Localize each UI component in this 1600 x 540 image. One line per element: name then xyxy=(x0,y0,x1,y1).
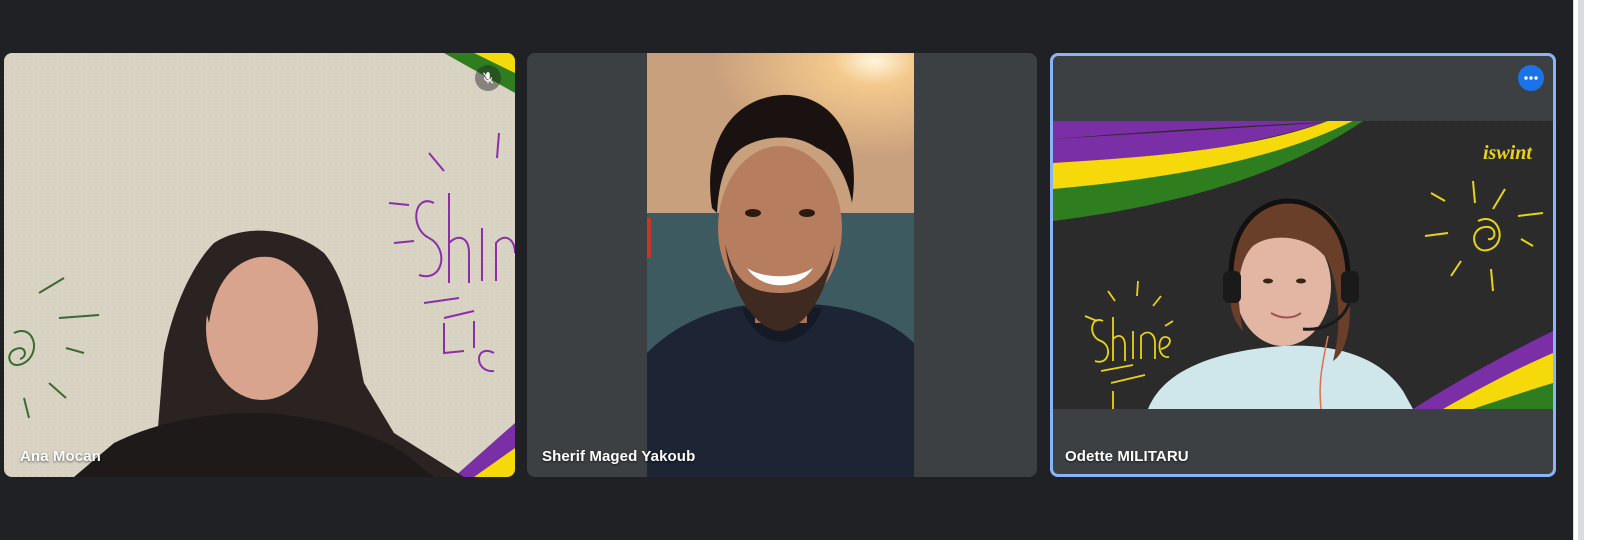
scrollbar-thumb[interactable] xyxy=(1578,0,1584,540)
participant-tile-sherif-maged-yakoub[interactable]: Sherif Maged Yakoub xyxy=(527,53,1037,477)
participant-video xyxy=(4,53,515,477)
more-options-button[interactable] xyxy=(1518,65,1544,91)
participant-tile-ana-mocan[interactable]: Ana Mocan xyxy=(4,53,515,477)
participant-video: iswint xyxy=(1053,121,1553,409)
participant-name: Odette MILITARU xyxy=(1065,448,1189,465)
participant-tile-odette-militaru[interactable]: iswint Odette MILITARU xyxy=(1050,53,1556,477)
participant-video xyxy=(647,53,914,477)
more-options-icon xyxy=(1524,76,1538,80)
mute-indicator xyxy=(475,65,501,91)
participant-name: Ana Mocan xyxy=(20,448,101,465)
scrollbar[interactable] xyxy=(1573,0,1600,540)
participant-name: Sherif Maged Yakoub xyxy=(542,448,696,465)
svg-text:iswint: iswint xyxy=(1483,142,1533,164)
meeting-grid: Ana Mocan Sherif Maged Yakoub iswint Ode… xyxy=(0,0,1600,540)
mic-off-icon xyxy=(482,72,494,84)
